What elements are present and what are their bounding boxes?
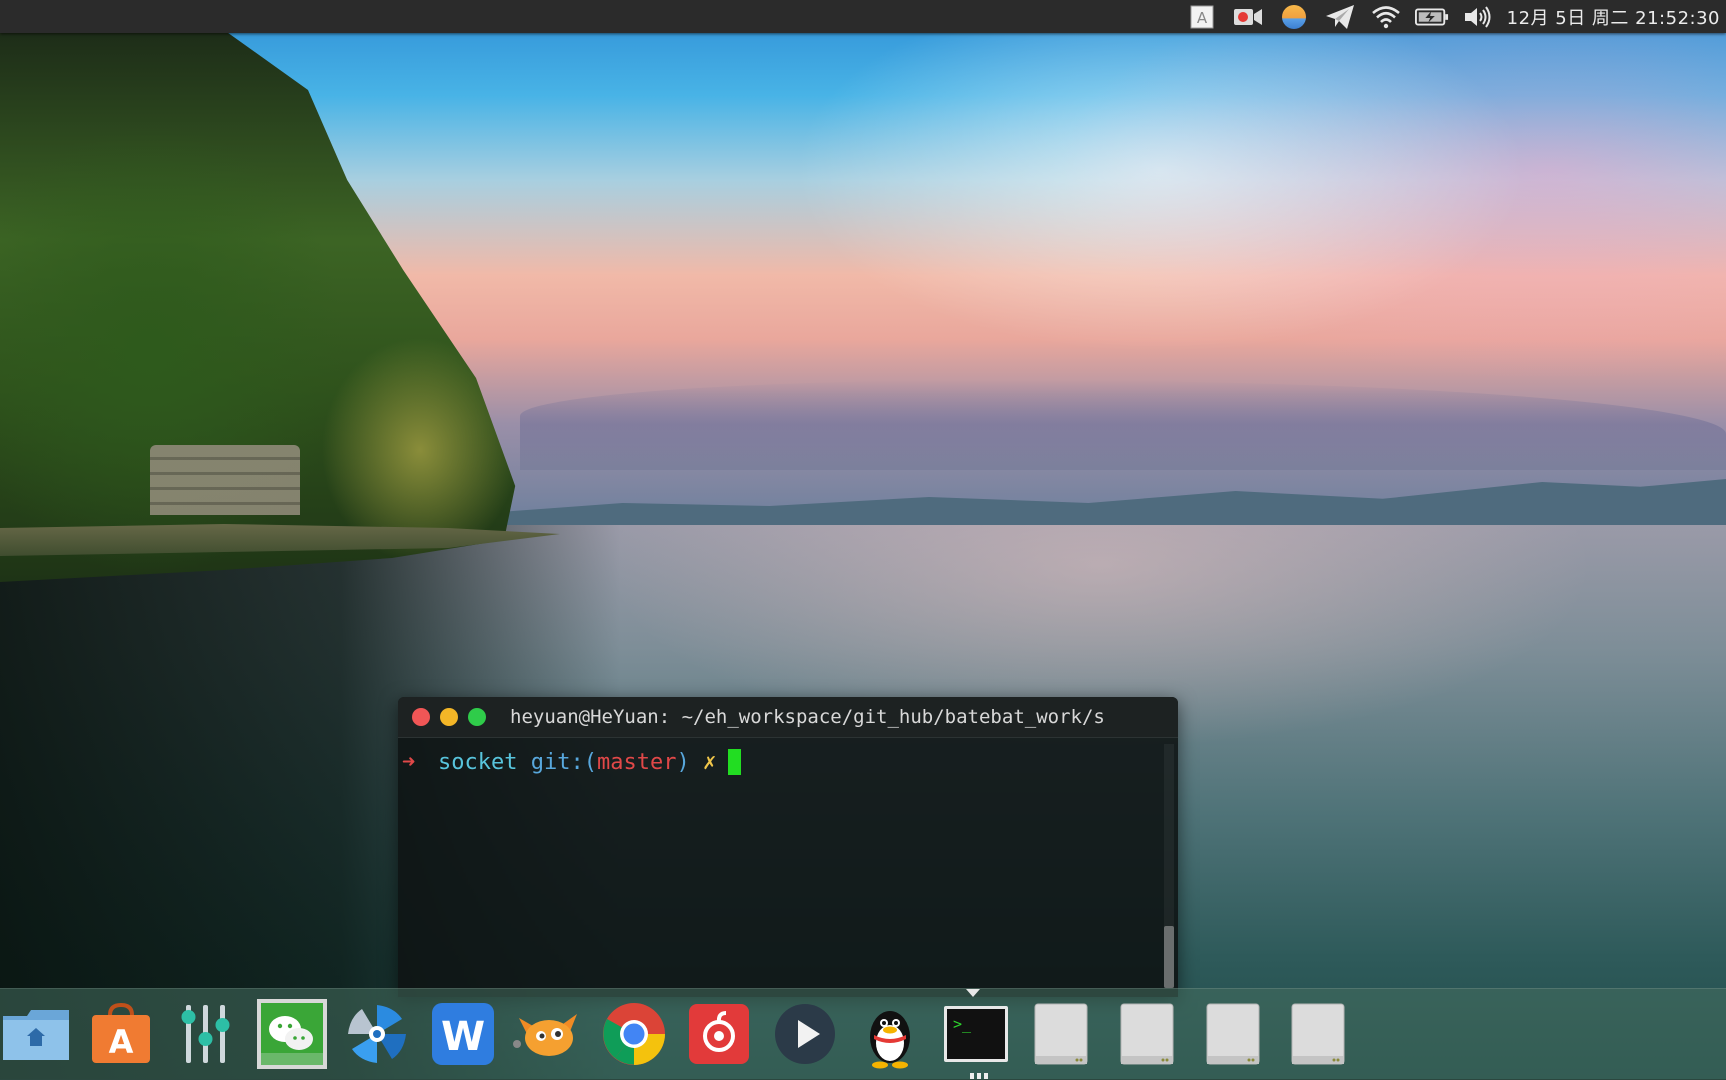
dock-item-drive-3[interactable] (1198, 999, 1268, 1069)
shell-prompt: ➜ socket git:(master) ✗ (398, 746, 1178, 778)
chrome-icon (603, 1003, 665, 1065)
prompt-branch: master (596, 749, 677, 775)
battery-icon[interactable] (1414, 4, 1449, 30)
dock-item-media-player[interactable] (770, 999, 840, 1069)
app-store-icon: A (92, 1002, 150, 1063)
sliders-icon (181, 1005, 230, 1063)
drive-icon (1206, 1003, 1260, 1065)
wps-w-icon: W (432, 1003, 494, 1065)
screen-recorder-icon[interactable] (1231, 4, 1265, 30)
prompt-git-prefix: git:( (530, 749, 597, 775)
close-button[interactable] (412, 708, 430, 726)
input-method-icon[interactable]: A (1185, 4, 1219, 30)
prompt-directory: socket (438, 749, 518, 775)
dock-item-wechat[interactable] (257, 999, 327, 1069)
dock-item-qq[interactable] (855, 999, 925, 1069)
dock-item-files[interactable] (1, 999, 71, 1069)
minimize-button[interactable] (440, 708, 458, 726)
prompt-dirty-mark: ✗ (702, 749, 717, 775)
dock-item-settings-mixer[interactable] (171, 999, 241, 1069)
dock-item-netease-music[interactable] (684, 999, 754, 1069)
blue-swirl-icon (348, 1005, 406, 1063)
top-panel: A 12月 5日 周二 21:52:30 (0, 0, 1726, 33)
dock: A W >_ (0, 988, 1726, 1080)
dock-item-wps-writer[interactable]: W (428, 999, 498, 1069)
dock-item-chrome[interactable] (599, 999, 669, 1069)
dock-item-deepin-screenshot[interactable] (342, 999, 412, 1069)
dock-item-terminal[interactable]: >_ (941, 999, 1011, 1069)
fox-icon (513, 1014, 577, 1056)
drive-icon (1034, 1003, 1088, 1065)
prompt-git-suffix: ) (676, 749, 690, 775)
volume-icon[interactable] (1461, 4, 1495, 30)
terminal-icon: >_ (944, 1006, 1008, 1062)
terminal-window[interactable]: heyuan@HeYuan: ~/eh_workspace/git_hub/ba… (398, 697, 1178, 997)
dock-item-software-center[interactable]: A (86, 999, 156, 1069)
wechat-icon (257, 999, 327, 1069)
terminal-content[interactable]: ➜ socket git:(master) ✗ (398, 738, 1178, 997)
terminal-title: heyuan@HeYuan: ~/eh_workspace/git_hub/ba… (510, 706, 1105, 728)
clock[interactable]: 12月 5日 周二 21:52:30 (1507, 4, 1720, 30)
terminal-running-indicator (970, 1073, 988, 1079)
netease-music-icon (689, 1004, 749, 1064)
terminal-scrollbar[interactable] (1164, 744, 1174, 988)
prompt-arrow: ➜ (402, 749, 416, 775)
dock-item-drive-1[interactable] (1026, 999, 1096, 1069)
dock-item-fox-app[interactable] (513, 999, 583, 1069)
active-window-indicator (966, 989, 980, 997)
drive-icon (1120, 1003, 1174, 1065)
svg-text:A: A (109, 1023, 134, 1061)
telegram-icon[interactable] (1323, 4, 1357, 30)
dock-item-drive-4[interactable] (1283, 999, 1353, 1069)
svg-text:A: A (1196, 9, 1207, 27)
svg-text:>_: >_ (953, 1015, 972, 1033)
drive-icon (1291, 1003, 1345, 1065)
text-cursor (728, 749, 742, 775)
wallpaper-stone-wall (150, 445, 300, 515)
maximize-button[interactable] (468, 708, 486, 726)
dock-item-drive-2[interactable] (1112, 999, 1182, 1069)
svg-text:W: W (441, 1014, 485, 1060)
color-picker-icon[interactable] (1277, 4, 1311, 30)
qq-penguin-icon (870, 1011, 910, 1069)
system-tray: A 12月 5日 周二 21:52:30 (1185, 4, 1726, 30)
play-icon (775, 1004, 835, 1064)
wifi-icon[interactable] (1369, 4, 1403, 30)
terminal-titlebar[interactable]: heyuan@HeYuan: ~/eh_workspace/git_hub/ba… (398, 697, 1178, 738)
scrollbar-thumb[interactable] (1164, 926, 1174, 988)
folder-home-icon (3, 1010, 69, 1060)
